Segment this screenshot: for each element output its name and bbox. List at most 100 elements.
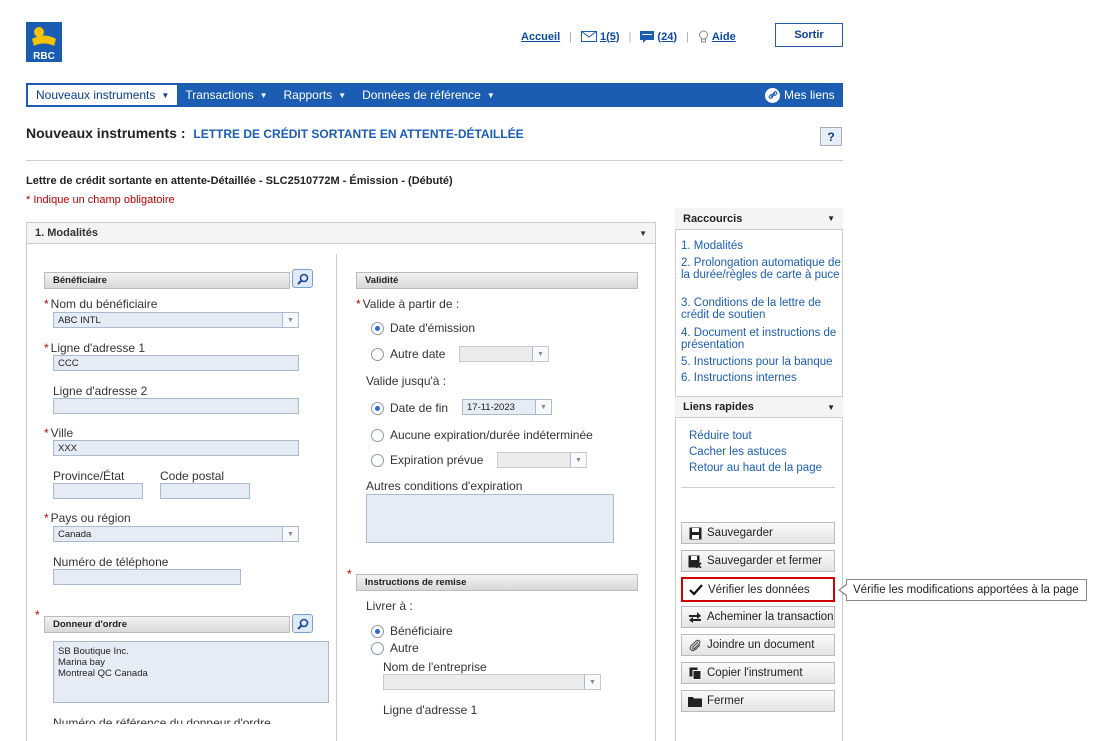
my-links[interactable]: Mes liens xyxy=(765,83,835,107)
phone-input[interactable] xyxy=(53,569,241,585)
address2-input[interactable] xyxy=(53,398,299,414)
postal-code-input[interactable] xyxy=(160,483,250,499)
required-marker: * xyxy=(347,567,352,581)
phone-label: Numéro de téléphone xyxy=(53,555,169,569)
search-icon xyxy=(296,273,308,285)
shortcut-link[interactable]: 5. Instructions pour la banque xyxy=(681,356,841,368)
search-button[interactable] xyxy=(292,269,313,288)
chevron-down-icon: ▼ xyxy=(161,90,170,100)
company-name-select[interactable]: ▼ xyxy=(383,674,601,690)
help-button[interactable]: ? xyxy=(820,127,842,146)
shortcuts-header[interactable]: Raccourcis ▼ xyxy=(675,208,843,230)
radio-deliver-other[interactable]: Autre xyxy=(371,641,419,655)
chevron-down-icon: ▼ xyxy=(338,90,347,100)
radio-no-expiry[interactable]: Aucune expiration/durée indéterminée xyxy=(371,428,593,442)
address1-input[interactable]: CCC xyxy=(53,355,299,371)
menu-reports[interactable]: Rapports ▼ xyxy=(275,83,354,107)
home-link[interactable]: Accueil xyxy=(521,31,560,43)
section-header-modalites[interactable]: 1. Modalités ▼ xyxy=(26,222,656,244)
remit-address1-label: Ligne d'adresse 1 xyxy=(383,703,478,717)
check-icon xyxy=(688,583,704,596)
orderer-reference-label: Numéro de référence du donneur d'ordre xyxy=(53,716,271,724)
other-conditions-textarea[interactable] xyxy=(366,494,614,543)
record-title: Lettre de crédit sortante en attente-Dét… xyxy=(26,175,453,187)
chevron-down-icon: ▼ xyxy=(584,675,600,689)
svg-text:RBC: RBC xyxy=(33,51,55,62)
address1-label: * Ligne d'adresse 1 xyxy=(44,341,146,355)
city-input[interactable]: XXX xyxy=(53,440,299,456)
mail-icon[interactable] xyxy=(581,31,597,42)
rbc-logo: RBC xyxy=(26,22,62,62)
help-bulb-icon xyxy=(698,30,709,43)
address2-label: Ligne d'adresse 2 xyxy=(53,384,148,398)
chevron-down-icon: ▼ xyxy=(259,90,268,100)
copy-instrument-button[interactable]: Copier l'instrument xyxy=(681,662,835,684)
shortcut-link[interactable]: 1. Modalités xyxy=(681,240,841,252)
notes-link[interactable]: (24) xyxy=(657,31,677,43)
collapse-all-link[interactable]: Réduire tout xyxy=(689,430,752,442)
other-date-select[interactable]: ▼ xyxy=(459,346,549,362)
group-remittance: Instructions de remise xyxy=(356,574,638,591)
end-date-select[interactable]: 17-11-2023 ▼ xyxy=(462,399,552,415)
group-beneficiary: Bénéficiaire xyxy=(44,272,290,289)
orderer-textarea[interactable]: SB Boutique Inc. Marina bay Montreal QC … xyxy=(53,641,329,703)
link-icon xyxy=(765,87,780,103)
hide-tips-link[interactable]: Cacher les astuces xyxy=(689,446,787,458)
route-icon xyxy=(687,611,703,623)
chevron-down-icon: ▼ xyxy=(535,400,551,414)
column-divider xyxy=(336,254,337,741)
notes-icon[interactable] xyxy=(640,30,655,43)
divider xyxy=(26,160,843,161)
radio-expected-expiry[interactable]: Expiration prévue xyxy=(371,453,483,467)
messages-link[interactable]: 1(5) xyxy=(600,31,620,43)
radio-deliver-beneficiary[interactable]: Bénéficiaire xyxy=(371,624,453,638)
verify-data-button[interactable]: Vérifier les données xyxy=(681,577,835,602)
top-nav: Accueil | 1(5) | (24) | Aide xyxy=(521,30,736,43)
copy-icon xyxy=(687,667,703,680)
beneficiary-name-select[interactable]: ABC INTL ▼ xyxy=(53,312,299,328)
save-icon xyxy=(687,527,703,540)
shortcut-link[interactable]: 6. Instructions internes xyxy=(681,372,841,384)
required-note: * Indique un champ obligatoire xyxy=(26,194,175,206)
menu-transactions[interactable]: Transactions ▼ xyxy=(177,83,275,107)
folder-icon xyxy=(687,696,703,707)
back-to-top-link[interactable]: Retour au haut de la page xyxy=(689,462,822,474)
group-orderer: Donneur d'ordre xyxy=(44,616,290,633)
chevron-down-icon: ▼ xyxy=(570,453,586,467)
close-button[interactable]: Fermer xyxy=(681,690,835,712)
other-conditions-label: Autres conditions d'expiration xyxy=(366,479,523,493)
beneficiary-name-label: * Nom du bénéficiaire xyxy=(44,297,158,311)
save-and-close-button[interactable]: Sauvegarder et fermer xyxy=(681,550,835,572)
required-marker: * xyxy=(35,608,40,622)
valid-until-label: Valide jusqu'à : xyxy=(366,374,447,388)
search-icon xyxy=(296,618,308,630)
menu-reference-data[interactable]: Données de référence ▼ xyxy=(354,83,503,107)
search-button[interactable] xyxy=(292,614,313,633)
deliver-to-label: Livrer à : xyxy=(366,599,413,613)
route-transaction-button[interactable]: Acheminer la transaction xyxy=(681,606,835,628)
province-input[interactable] xyxy=(53,483,143,499)
tooltip: Vérifie les modifications apportées à la… xyxy=(846,579,1087,601)
expected-expiry-select[interactable]: ▼ xyxy=(497,452,587,468)
save-button[interactable]: Sauvegarder xyxy=(681,522,835,544)
attach-document-button[interactable]: Joindre un document xyxy=(681,634,835,656)
country-select[interactable]: Canada ▼ xyxy=(53,526,299,542)
country-label: * Pays ou région xyxy=(44,511,131,525)
exit-button[interactable]: Sortir xyxy=(775,23,843,47)
company-name-label: Nom de l'entreprise xyxy=(383,660,487,674)
menu-new-instruments[interactable]: Nouveaux instruments ▼ xyxy=(28,85,178,105)
radio-other-date[interactable]: Autre date xyxy=(371,347,445,361)
group-validity: Validité xyxy=(356,272,638,289)
help-link[interactable]: Aide xyxy=(712,31,736,43)
shortcut-link[interactable]: 2. Prolongation automatique de la durée/… xyxy=(681,257,841,281)
caret-down-icon: ▼ xyxy=(827,402,835,412)
radio-issue-date[interactable]: Date d'émission xyxy=(371,321,475,335)
page-title: Nouveaux instruments : LETTRE DE CRÉDIT … xyxy=(26,125,524,141)
shortcut-link[interactable]: 3. Conditions de la lettre de crédit de … xyxy=(681,297,841,321)
chevron-down-icon: ▼ xyxy=(532,347,548,361)
shortcut-link[interactable]: 4. Document et instructions de présentat… xyxy=(681,327,841,351)
radio-end-date[interactable]: Date de fin xyxy=(371,401,448,415)
save-close-icon xyxy=(687,555,703,568)
tooltip-pointer-inner xyxy=(840,585,847,595)
quick-links-header[interactable]: Liens rapides ▼ xyxy=(675,396,843,418)
